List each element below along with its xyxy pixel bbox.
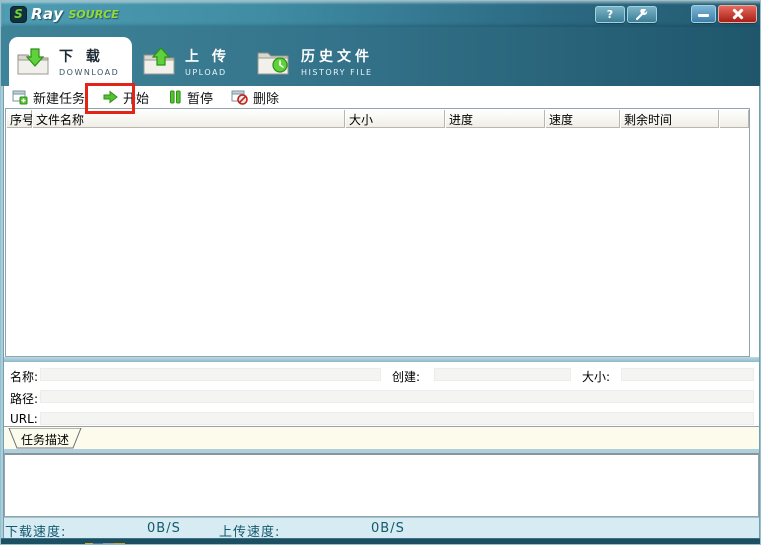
size-field — [621, 368, 754, 381]
delete-icon — [231, 90, 248, 105]
title-bar: S Ray SOURCE ? — [1, 1, 761, 27]
toolbar: 新建任务 开始 暂停 删除 — [4, 86, 759, 108]
status-bar: 下载速度: 0B/S 上传速度: 0B/S — [1, 517, 761, 538]
pause-icon — [169, 90, 182, 104]
description-tab-strip: 任务描述 — [4, 426, 759, 449]
start-arrow-icon — [103, 90, 118, 104]
name-field — [40, 368, 381, 381]
name-label: 名称: — [10, 368, 38, 385]
tab-history-label: 历史文件 — [301, 46, 373, 66]
start-label: 开始 — [123, 88, 149, 107]
main-tab-strip: 下 载 DOWNLOAD 上 传 UPLOAD 历史文 — [1, 27, 761, 86]
upload-speed-value: 0B/S — [371, 521, 405, 536]
task-description-label: 任务描述 — [7, 431, 83, 448]
col-header-extra[interactable] — [719, 109, 749, 128]
start-button[interactable]: 开始 — [97, 87, 155, 107]
created-field — [434, 368, 571, 381]
brand-name: Ray — [31, 5, 64, 23]
raysource-window: S Ray SOURCE ? 下 载 DOWN — [0, 0, 761, 545]
delete-label: 删除 — [253, 88, 279, 107]
tab-history-file[interactable]: 历史文件 HISTORY FILE — [249, 37, 379, 86]
logo-icon: S — [10, 6, 27, 23]
folder-upload-icon — [141, 47, 177, 77]
col-header-size[interactable]: 大小 — [345, 109, 445, 128]
download-task-table: 序号 文件名称 大小 进度 速度 剩余时间 — [5, 108, 750, 357]
close-x-icon — [719, 6, 756, 22]
wrench-icon — [635, 9, 649, 21]
tab-history-sublabel: HISTORY FILE — [301, 68, 373, 77]
minimize-button[interactable] — [691, 5, 716, 23]
app-logo: S Ray SOURCE — [10, 5, 119, 23]
task-details-panel: 名称: 创建: 大小: 路径: URL: — [4, 362, 759, 426]
tab-upload[interactable]: 上 传 UPLOAD — [135, 37, 236, 86]
folder-history-icon — [255, 47, 293, 77]
delete-button[interactable]: 删除 — [225, 87, 285, 107]
window-frame-left — [1, 86, 4, 538]
table-header-row: 序号 文件名称 大小 进度 速度 剩余时间 — [6, 109, 749, 128]
task-description-tab[interactable]: 任务描述 — [7, 428, 83, 449]
task-description-content — [4, 453, 759, 517]
col-header-progress[interactable]: 进度 — [445, 109, 545, 128]
tab-upload-sublabel: UPLOAD — [185, 68, 230, 77]
new-task-button[interactable]: 新建任务 — [6, 87, 91, 107]
new-task-label: 新建任务 — [33, 88, 85, 107]
help-button[interactable]: ? — [595, 6, 625, 23]
url-label: URL: — [10, 412, 38, 426]
tab-download-label: 下 载 — [59, 46, 119, 66]
path-label: 路径: — [10, 390, 38, 407]
col-header-remaining[interactable]: 剩余时间 — [620, 109, 719, 128]
pause-button[interactable]: 暂停 — [163, 87, 219, 107]
col-header-speed[interactable]: 速度 — [545, 109, 620, 128]
url-field — [40, 412, 754, 425]
download-speed-value: 0B/S — [147, 521, 181, 536]
new-task-icon — [12, 90, 28, 105]
col-header-index[interactable]: 序号 — [6, 109, 32, 128]
settings-button[interactable] — [627, 6, 657, 23]
tab-upload-label: 上 传 — [185, 46, 230, 66]
close-button[interactable] — [718, 5, 757, 23]
created-label: 创建: — [392, 368, 420, 385]
table-body-empty — [6, 128, 749, 356]
folder-download-icon — [15, 47, 51, 77]
tab-download-sublabel: DOWNLOAD — [59, 68, 119, 77]
brand-suffix: SOURCE — [69, 8, 119, 21]
tab-download[interactable]: 下 载 DOWNLOAD — [9, 37, 132, 86]
minimize-dash-icon — [698, 14, 709, 17]
col-header-filename[interactable]: 文件名称 — [32, 109, 345, 128]
size-label: 大小: — [582, 368, 610, 385]
pause-label: 暂停 — [187, 88, 213, 107]
path-field — [40, 390, 754, 403]
